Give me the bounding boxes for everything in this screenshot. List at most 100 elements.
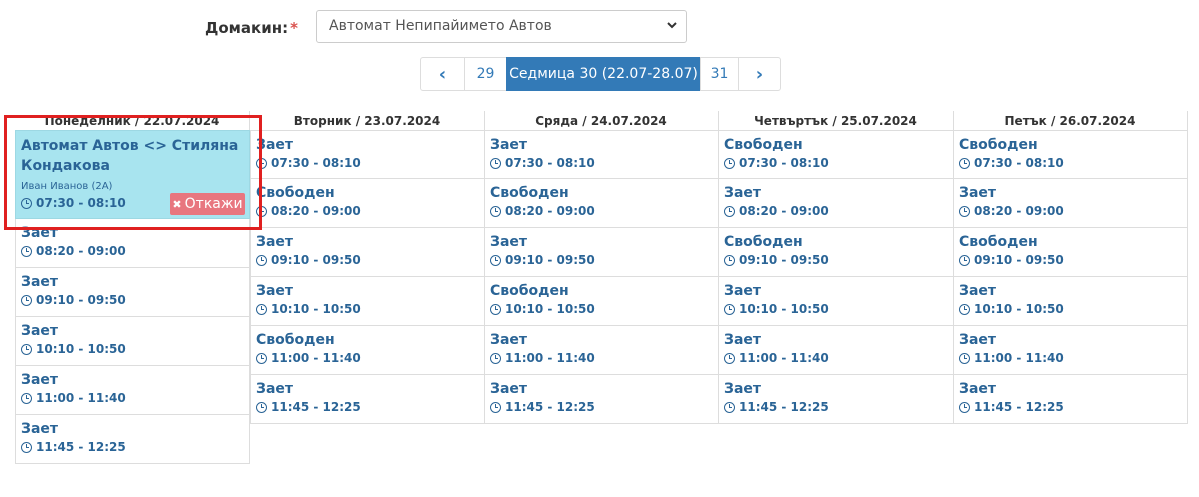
slot[interactable]: Зает 11:00 - 11:40	[718, 326, 954, 375]
slot-status: Зает	[490, 234, 528, 250]
slot-time-text: 08:20 - 09:00	[505, 204, 595, 218]
slot[interactable]: Зает 10:10 - 10:50	[15, 317, 250, 366]
slot-time-text: 11:45 - 12:25	[974, 400, 1064, 414]
slot[interactable]: Свободен 09:10 - 09:50	[953, 228, 1188, 277]
slot[interactable]: Зает 09:10 - 09:50	[15, 268, 250, 317]
slot-time: 09:10 - 09:50	[724, 253, 948, 267]
clock-icon	[959, 205, 970, 217]
slot[interactable]: Свободен 09:10 - 09:50	[718, 228, 954, 277]
cancel-label: Откажи	[184, 196, 243, 212]
slot-time-text: 11:45 - 12:25	[271, 400, 361, 414]
slot-status: Свободен	[490, 283, 569, 299]
week-31-button[interactable]: 31	[700, 57, 739, 91]
slot-time: 11:45 - 12:25	[256, 400, 479, 414]
slot[interactable]: Зает 11:00 - 11:40	[953, 326, 1188, 375]
slot[interactable]: Зает 10:10 - 10:50	[953, 277, 1188, 326]
clock-icon	[256, 401, 267, 413]
clock-icon	[256, 303, 267, 315]
slot[interactable]: Зает 08:20 - 09:00	[15, 219, 250, 268]
clock-icon	[21, 392, 32, 404]
slot-time: 08:20 - 09:00	[959, 204, 1182, 218]
slot[interactable]: Зает 11:45 - 12:25	[250, 375, 485, 424]
slot-status: Зает	[724, 185, 762, 201]
booked-slot[interactable]: Автомат Автов <> Стиляна Кондакова Иван …	[15, 130, 250, 219]
slot[interactable]: Зает 11:00 - 11:40	[484, 326, 719, 375]
slot-time-text: 11:45 - 12:25	[739, 400, 829, 414]
slot-time: 10:10 - 10:50	[724, 302, 948, 316]
week-29-button[interactable]: 29	[464, 57, 507, 91]
clock-icon	[724, 401, 735, 413]
slot-time-text: 07:30 - 08:10	[36, 196, 126, 210]
slot[interactable]: Зает 11:45 - 12:25	[15, 415, 250, 464]
slot[interactable]: Зает 08:20 - 09:00	[953, 179, 1188, 228]
current-week-button[interactable]: Седмица 30 (22.07-28.07)	[506, 57, 701, 91]
slot[interactable]: Зает 11:45 - 12:25	[718, 375, 954, 424]
slot[interactable]: Зает 10:10 - 10:50	[250, 277, 485, 326]
slot[interactable]: Свободен 10:10 - 10:50	[484, 277, 719, 326]
host-select[interactable]: Автомат Непипайимето Автов	[316, 10, 687, 43]
slot-time: 08:20 - 09:00	[724, 204, 948, 218]
slot[interactable]: Свободен 08:20 - 09:00	[484, 179, 719, 228]
slot[interactable]: Свободен 08:20 - 09:00	[250, 179, 485, 228]
slot[interactable]: Свободен 07:30 - 08:10	[953, 130, 1188, 179]
day-column-monday: Понеделник / 22.07.2024 Автомат Автов <>…	[15, 111, 250, 464]
clock-icon	[256, 352, 267, 364]
week-29-label: 29	[476, 66, 495, 82]
slot[interactable]: Зает 11:00 - 11:40	[15, 366, 250, 415]
slot-time: 10:10 - 10:50	[959, 302, 1182, 316]
clock-icon	[490, 205, 501, 217]
slot-time-text: 11:00 - 11:40	[271, 351, 361, 365]
slot-status: Свободен	[490, 185, 569, 201]
slot-status: Свободен	[256, 332, 335, 348]
slot-time-text: 10:10 - 10:50	[36, 342, 126, 356]
slot-time: 11:45 - 12:25	[959, 400, 1182, 414]
slot[interactable]: Зает 11:45 - 12:25	[953, 375, 1188, 424]
slot[interactable]: Зает 09:10 - 09:50	[250, 228, 485, 277]
slot[interactable]: Зает 08:20 - 09:00	[718, 179, 954, 228]
slot-status: Зает	[490, 381, 528, 397]
slot[interactable]: Свободен 11:00 - 11:40	[250, 326, 485, 375]
slot-time: 09:10 - 09:50	[256, 253, 479, 267]
slot-time: 11:45 - 12:25	[21, 440, 244, 454]
slot-status: Зает	[256, 234, 294, 250]
slot-time: 11:00 - 11:40	[959, 351, 1182, 365]
next-week-button[interactable]: ›	[738, 57, 781, 91]
slot-status: Зает	[724, 381, 762, 397]
slot-time-text: 08:20 - 09:00	[739, 204, 829, 218]
day-header: Петък / 26.07.2024	[953, 111, 1188, 130]
slot-time: 11:00 - 11:40	[256, 351, 479, 365]
clock-icon	[490, 352, 501, 364]
slot[interactable]: Зает 09:10 - 09:50	[484, 228, 719, 277]
day-column-thursday: Четвъртък / 25.07.2024 Свободен 07:30 - 0…	[718, 111, 954, 424]
slot-time-text: 10:10 - 10:50	[974, 302, 1064, 316]
slot-time-text: 07:30 - 08:10	[505, 156, 595, 170]
slot-time-text: 11:45 - 12:25	[36, 440, 126, 454]
slot-status: Зает	[21, 225, 59, 241]
slot[interactable]: Свободен 07:30 - 08:10	[718, 130, 954, 179]
slot[interactable]: Зает 10:10 - 10:50	[718, 277, 954, 326]
slot-time: 07:30 - 08:10	[724, 156, 948, 170]
slot-status: Свободен	[724, 137, 803, 153]
clock-icon	[724, 254, 735, 266]
slot[interactable]: Зает 07:30 - 08:10	[484, 130, 719, 179]
slot-time-text: 09:10 - 09:50	[505, 253, 595, 267]
slot-status: Зает	[724, 283, 762, 299]
cancel-booking-button[interactable]: ✖ Откажи	[170, 193, 245, 215]
slot-time: 11:00 - 11:40	[724, 351, 948, 365]
slot[interactable]: Зает 11:45 - 12:25	[484, 375, 719, 424]
clock-icon	[256, 254, 267, 266]
slot-time-text: 07:30 - 08:10	[271, 156, 361, 170]
slot-time: 11:00 - 11:40	[490, 351, 713, 365]
slot-status: Зает	[959, 185, 997, 201]
close-icon: ✖	[172, 197, 182, 211]
day-column-friday: Петък / 26.07.2024 Свободен 07:30 - 08:10…	[953, 111, 1188, 424]
clock-icon	[959, 157, 970, 169]
slot-time: 10:10 - 10:50	[21, 342, 244, 356]
clock-icon	[959, 352, 970, 364]
clock-icon	[21, 245, 32, 257]
slot-status: Зает	[490, 137, 528, 153]
slot[interactable]: Зает 07:30 - 08:10	[250, 130, 485, 179]
prev-week-button[interactable]: ‹	[420, 57, 465, 91]
clock-icon	[21, 343, 32, 355]
slot-time: 11:45 - 12:25	[490, 400, 713, 414]
